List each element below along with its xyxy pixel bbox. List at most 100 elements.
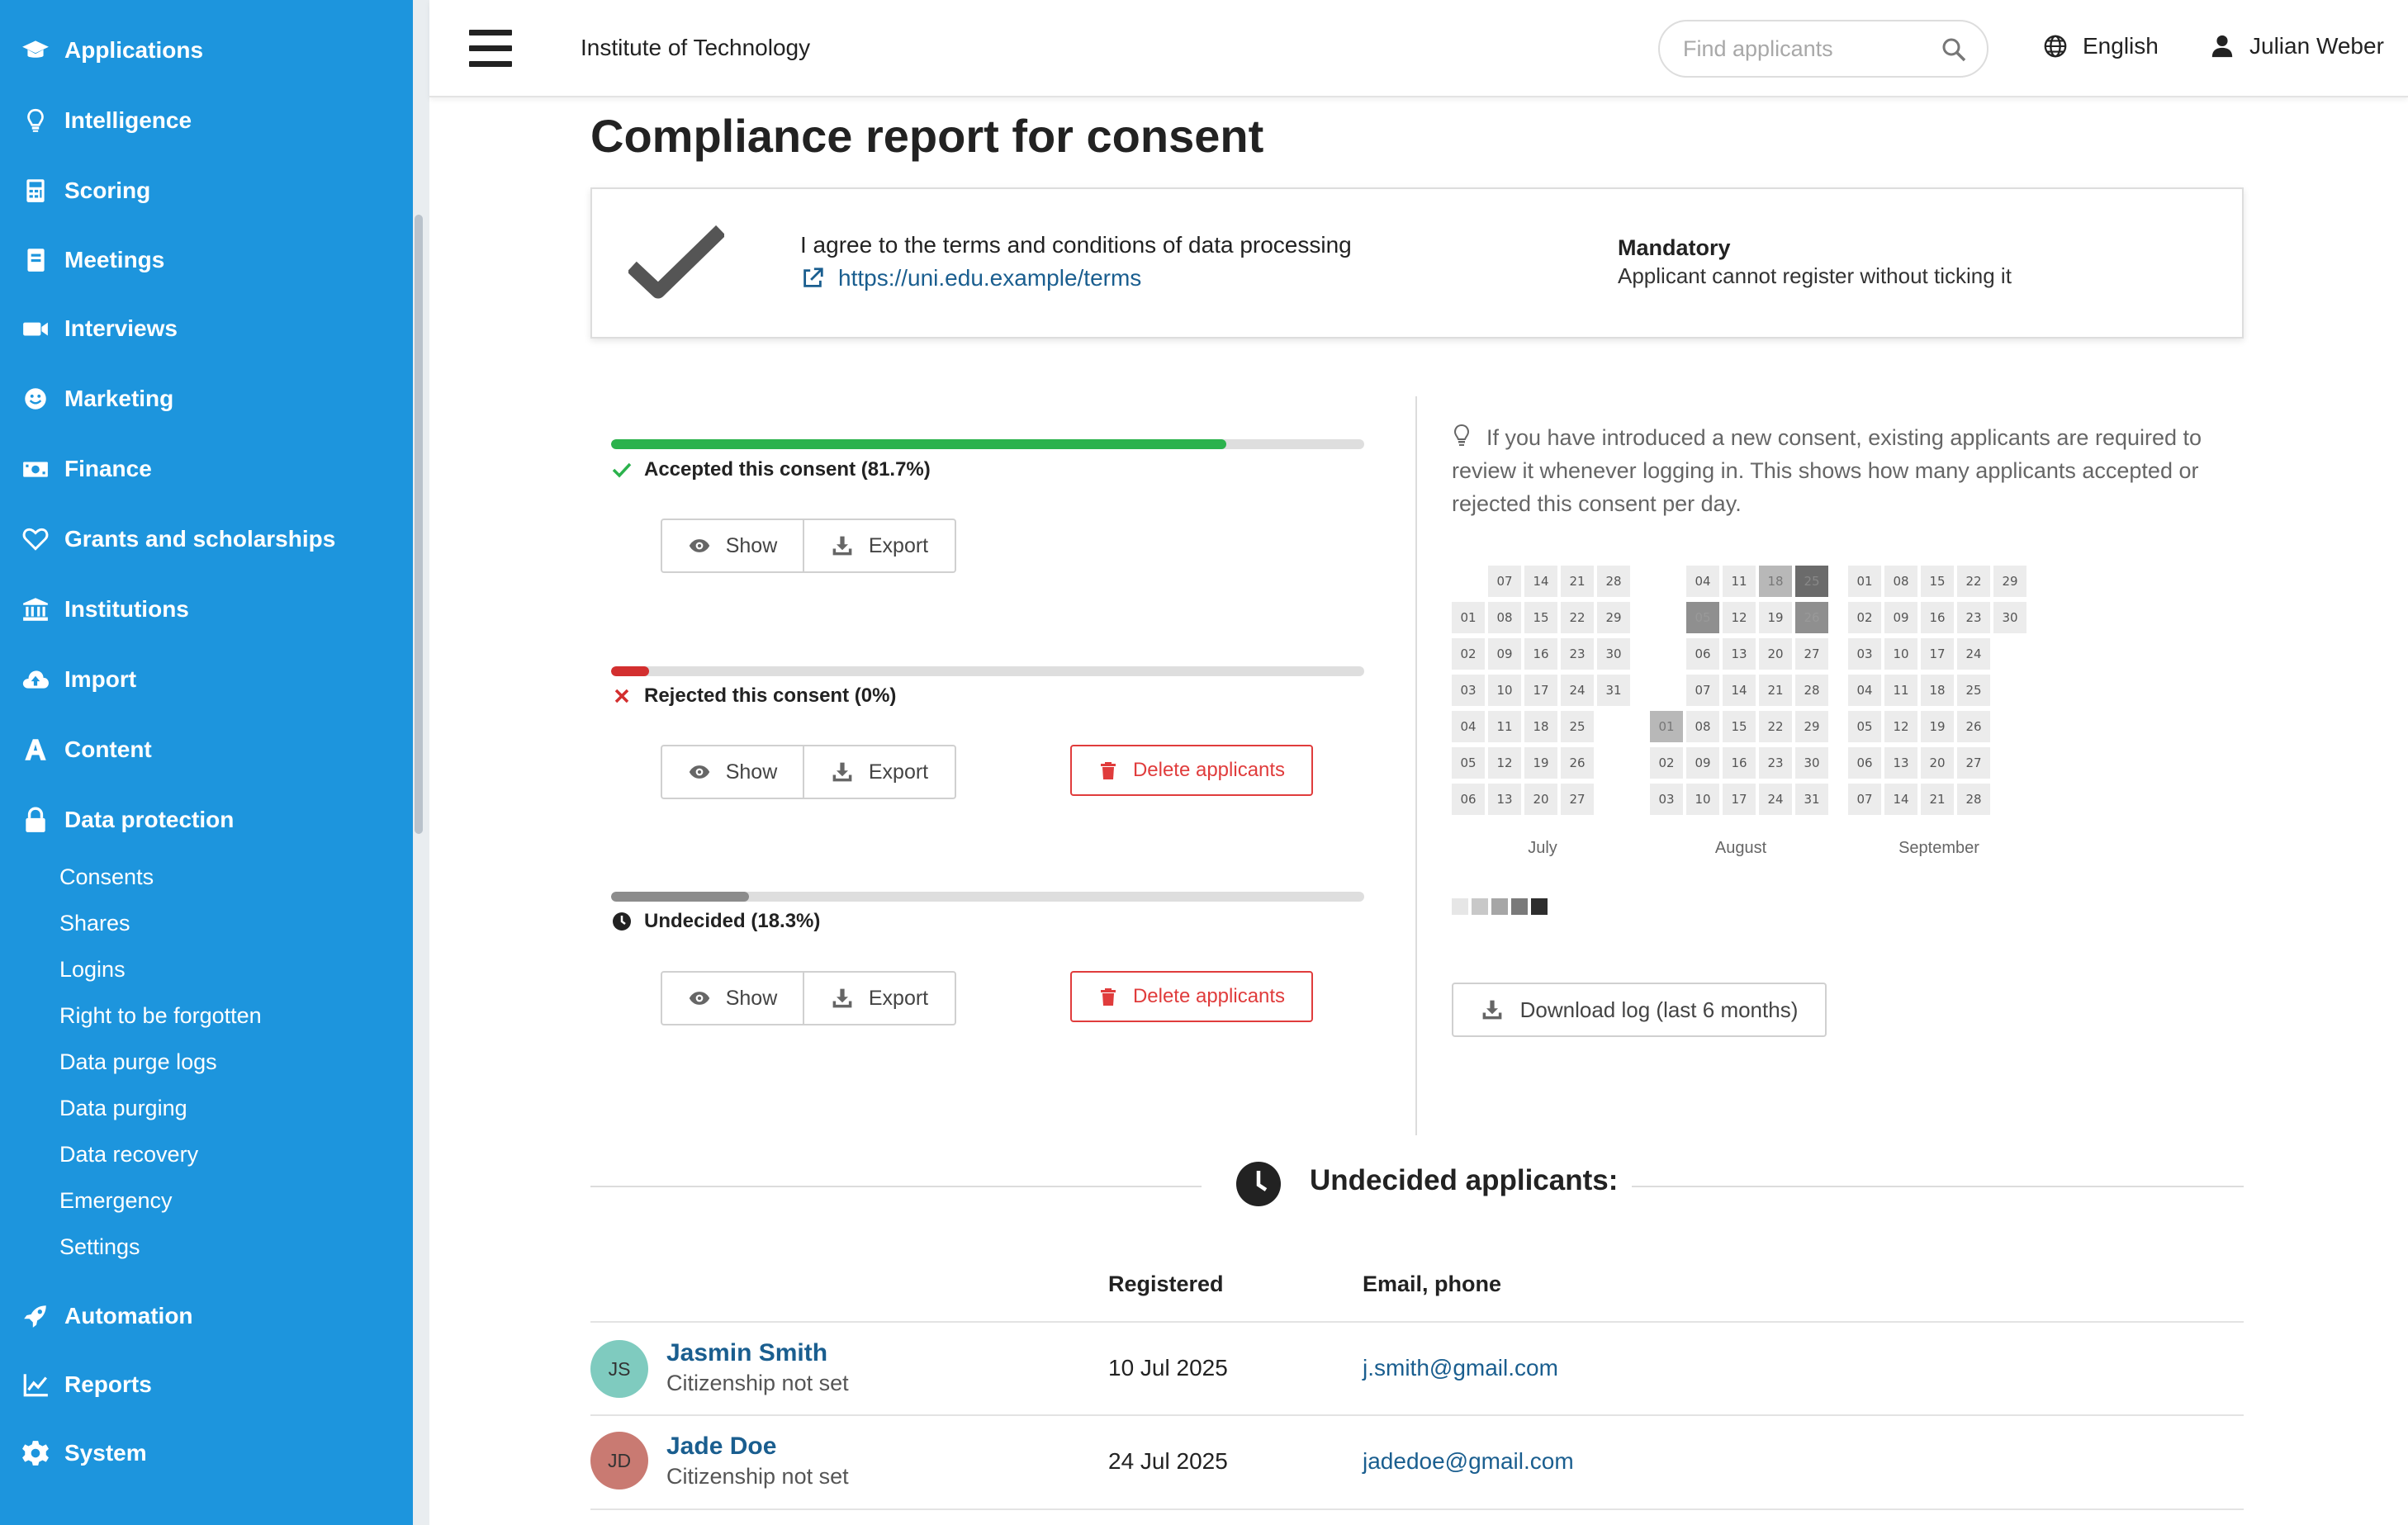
search-box[interactable] xyxy=(1658,20,1988,78)
calendar-day-cell: 20 xyxy=(1759,638,1792,670)
sidebar-subitem-settings[interactable]: Settings xyxy=(59,1234,140,1260)
sidebar-item-intelligence[interactable]: Intelligence xyxy=(21,100,192,141)
calendar-day-cell: 11 xyxy=(1488,711,1521,742)
applicant-email-link[interactable]: j.smith@gmail.com xyxy=(1363,1355,1558,1381)
menu-toggle-button[interactable] xyxy=(469,30,512,68)
calendar-day-cell: 04 xyxy=(1686,566,1719,597)
applicant-citizenship: Citizenship not set xyxy=(666,1464,849,1489)
rejected-progress-bar xyxy=(611,666,1364,676)
calendar-day-cell: 02 xyxy=(1452,638,1485,670)
show-label: Show xyxy=(725,760,778,784)
download-log-button[interactable]: Download log (last 6 months) xyxy=(1452,983,1827,1037)
show-label: Show xyxy=(725,533,778,557)
calendar-day-cell: 25 xyxy=(1795,566,1828,597)
sidebar-item-data-protection[interactable]: Data protection xyxy=(21,799,234,841)
calendar-day-cell: 30 xyxy=(1597,638,1630,670)
calendar-day-cell: 26 xyxy=(1561,747,1594,779)
external-link-icon xyxy=(803,268,823,287)
sidebar-item-import[interactable]: Import xyxy=(21,659,136,700)
rejected-show-button[interactable]: Show xyxy=(662,746,804,798)
calendar-day-cell: 16 xyxy=(1524,638,1557,670)
sidebar-item-institutions[interactable]: Institutions xyxy=(21,589,189,630)
globe-icon xyxy=(2044,35,2067,58)
sidebar-item-content[interactable]: Content xyxy=(21,729,152,770)
consent-terms-link[interactable]: https://uni.edu.example/terms xyxy=(800,265,1141,291)
search-icon[interactable] xyxy=(1941,36,1967,63)
sidebar-item-grants-and-scholarships[interactable]: Grants and scholarships xyxy=(21,519,335,560)
sidebar-item-automation[interactable]: Automation xyxy=(21,1295,193,1337)
calendar-day-cell: 17 xyxy=(1524,675,1557,706)
calendar-month-label: September xyxy=(1898,839,1979,857)
clock-icon xyxy=(613,912,631,931)
sidebar-subitem-shares[interactable]: Shares xyxy=(59,911,130,936)
sidebar-subitem-emergency[interactable]: Emergency xyxy=(59,1188,173,1214)
calendar-day-cell: 03 xyxy=(1848,638,1881,670)
calendar-day-cell: 06 xyxy=(1452,784,1485,815)
calendar-day-cell: 05 xyxy=(1848,711,1881,742)
download-icon xyxy=(832,988,852,1008)
search-input[interactable] xyxy=(1683,33,1931,64)
undecided-export-button[interactable]: Export xyxy=(804,973,955,1024)
sidebar-item-label: Import xyxy=(64,666,137,692)
top-header: Institute of Technology English Julian W… xyxy=(429,0,2408,97)
calendar-day-cell: 01 xyxy=(1848,566,1881,597)
rejected-delete-applicants-button[interactable]: Delete applicants xyxy=(1070,745,1313,796)
avatar: JD xyxy=(590,1432,648,1489)
sidebar-item-finance[interactable]: Finance xyxy=(21,448,152,490)
calendar-day-cell: 03 xyxy=(1650,784,1683,815)
heart-icon xyxy=(22,528,49,551)
calendar-day-cell: 26 xyxy=(1957,711,1990,742)
download-log-label: Download log (last 6 months) xyxy=(1519,997,1799,1022)
calendar-day-cell: 25 xyxy=(1561,711,1594,742)
applicant-name-link[interactable]: Jasmin Smith xyxy=(666,1339,827,1367)
consent-link-text: https://uni.edu.example/terms xyxy=(838,265,1142,291)
calendar-day-cell: 27 xyxy=(1795,638,1828,670)
sidebar-item-scoring[interactable]: Scoring xyxy=(21,170,150,211)
calendar-day-cell: 23 xyxy=(1759,747,1792,779)
applicant-email-link[interactable]: jadedoe@gmail.com xyxy=(1363,1448,1574,1475)
calendar-day-cell: 28 xyxy=(1957,784,1990,815)
sidebar-item-applications[interactable]: Applications xyxy=(21,30,203,71)
accepted-show-button[interactable]: Show xyxy=(662,520,804,571)
sidebar-item-interviews[interactable]: Interviews xyxy=(21,308,178,349)
calendar-day-cell: 28 xyxy=(1795,675,1828,706)
table-divider xyxy=(590,1321,2244,1323)
sidebar-subitem-logins[interactable]: Logins xyxy=(59,957,126,983)
undecided-progress-bar xyxy=(611,892,1364,902)
sidebar-subitem-data-recovery[interactable]: Data recovery xyxy=(59,1142,198,1167)
calendar-day-cell: 08 xyxy=(1686,711,1719,742)
sidebar-item-system[interactable]: System xyxy=(21,1433,147,1474)
sidebar-scrollbar-thumb[interactable] xyxy=(415,215,423,834)
undecided-button-group: Show Export xyxy=(661,971,956,1025)
calendar-day-cell: 11 xyxy=(1723,566,1756,597)
rejected-label-text: Rejected this consent (0%) xyxy=(644,684,897,707)
sidebar-item-marketing[interactable]: Marketing xyxy=(21,378,173,419)
calendar-day-cell: 13 xyxy=(1488,784,1521,815)
calendar-day-cell: 29 xyxy=(1795,711,1828,742)
sidebar-subitem-data-purging[interactable]: Data purging xyxy=(59,1096,187,1121)
undecided-show-button[interactable]: Show xyxy=(662,973,804,1024)
mandatory-description: Applicant cannot register without tickin… xyxy=(1618,263,2012,288)
sidebar-subitem-consents[interactable]: Consents xyxy=(59,864,154,890)
undecided-delete-applicants-button[interactable]: Delete applicants xyxy=(1070,971,1313,1022)
applicant-name-link[interactable]: Jade Doe xyxy=(666,1433,776,1461)
rejected-export-button[interactable]: Export xyxy=(804,746,955,798)
calendar-day-cell: 21 xyxy=(1921,784,1954,815)
calendar-day-cell: 07 xyxy=(1686,675,1719,706)
sidebar-subitem-data-purge-logs[interactable]: Data purge logs xyxy=(59,1049,217,1075)
sidebar-item-reports[interactable]: Reports xyxy=(21,1364,152,1405)
applicant-registered-date: 24 Jul 2025 xyxy=(1108,1448,1228,1474)
sidebar-item-meetings[interactable]: Meetings xyxy=(21,239,164,281)
rejected-label: Rejected this consent (0%) xyxy=(611,684,896,708)
language-selector[interactable]: English xyxy=(2043,33,2159,59)
sidebar-subitem-right-to-be-forgotten[interactable]: Right to be forgotten xyxy=(59,1003,262,1029)
calendar-day-cell: 14 xyxy=(1524,566,1557,597)
calendar-day-cell: 30 xyxy=(1795,747,1828,779)
calendar-day-cell: 15 xyxy=(1723,711,1756,742)
sidebar: Applications Intelligence Scoring Meetin… xyxy=(0,0,413,1525)
user-menu[interactable]: Julian Weber xyxy=(2210,33,2384,59)
legend-swatch xyxy=(1491,898,1508,915)
calendar-day-cell: 18 xyxy=(1921,675,1954,706)
download-icon xyxy=(1482,1000,1502,1020)
accepted-export-button[interactable]: Export xyxy=(804,520,955,571)
